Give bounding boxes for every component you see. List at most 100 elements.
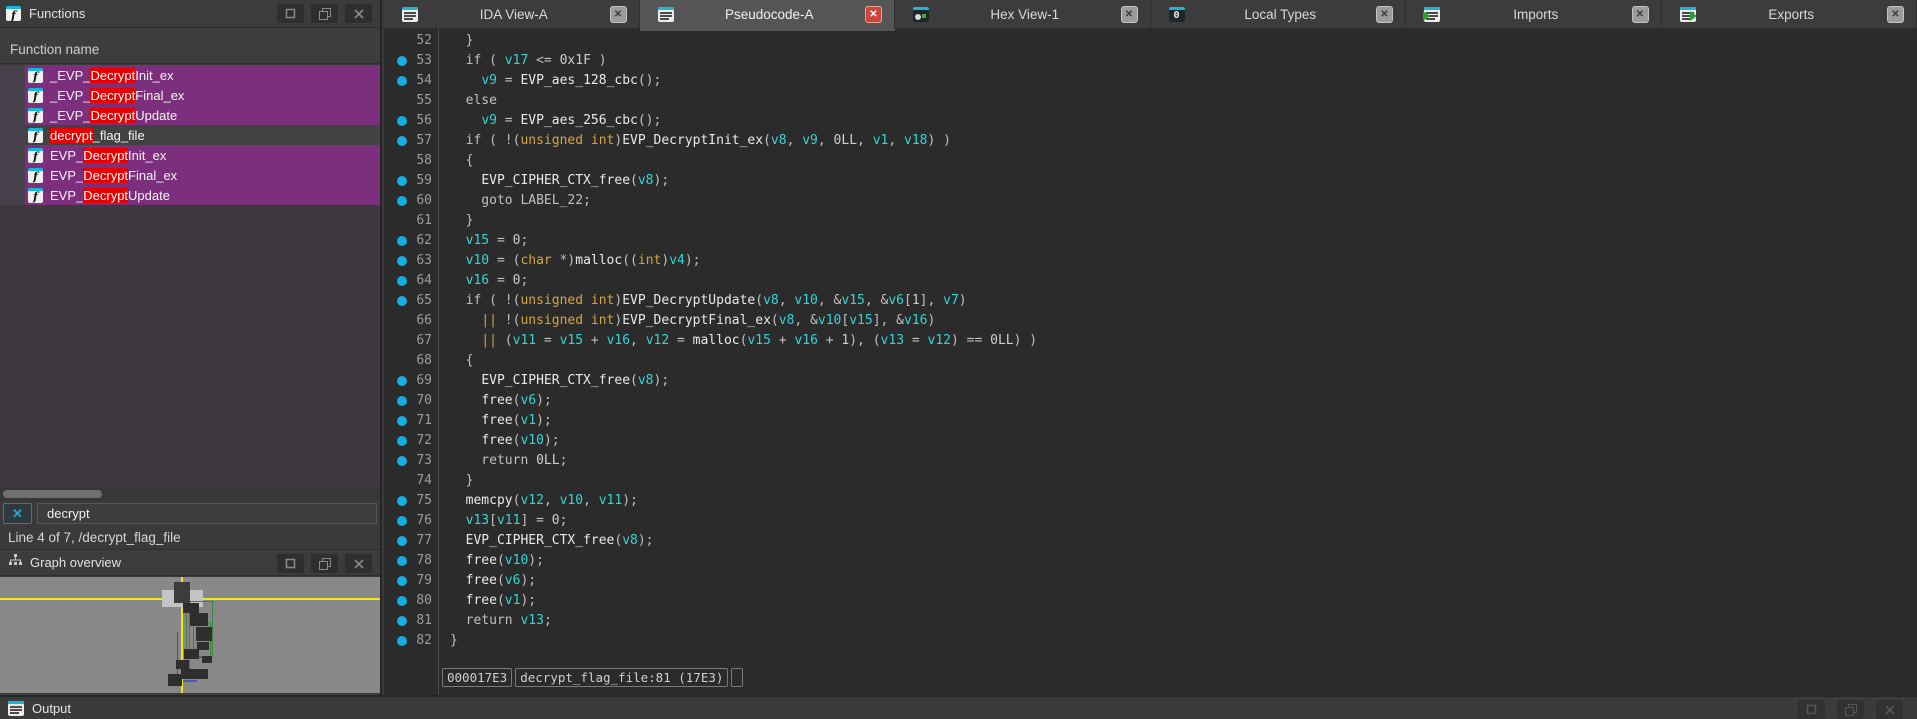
float-icon[interactable]	[311, 554, 338, 573]
graph-node	[174, 582, 190, 603]
code-line[interactable]: 58 {	[384, 151, 1917, 171]
code-line[interactable]: 52 }	[384, 31, 1917, 51]
code-line[interactable]: 66 || !(unsigned int)EVP_DecryptFinal_ex…	[384, 311, 1917, 331]
code-line[interactable]: 63 v10 = (char *)malloc((int)v4);	[384, 251, 1917, 271]
tab-close-icon[interactable]: ✕	[1887, 6, 1904, 23]
function-row[interactable]: fdecrypt_flag_file	[0, 125, 380, 145]
line-text: if ( !(unsigned int)EVP_DecryptUpdate(v8…	[450, 291, 967, 311]
function-row[interactable]: fEVP_DecryptInit_ex	[0, 145, 380, 165]
code-line[interactable]: 81 return v13;	[384, 611, 1917, 631]
line-number: 78	[384, 551, 432, 571]
close-icon[interactable]	[345, 4, 372, 23]
line-text: free(v10);	[450, 551, 544, 571]
search-input[interactable]	[37, 503, 377, 524]
line-text: free(v6);	[450, 571, 536, 591]
hscrollbar-thumb[interactable]	[3, 490, 102, 498]
graph-overview-header[interactable]: Graph overview	[0, 549, 380, 576]
output-icon	[8, 701, 24, 716]
functions-panel-header[interactable]: f Functions	[0, 0, 380, 28]
function-search-row: ✕	[0, 501, 380, 526]
code-line[interactable]: 77 EVP_CIPHER_CTX_free(v8);	[384, 531, 1917, 551]
tab-close-icon[interactable]: ✕	[1376, 6, 1393, 23]
graph-overview-canvas[interactable]	[0, 577, 380, 693]
line-number: 73	[384, 451, 432, 471]
code-line[interactable]: 62 v15 = 0;	[384, 231, 1917, 251]
function-row[interactable]: f_EVP_DecryptUpdate	[0, 105, 380, 125]
line-text: EVP_CIPHER_CTX_free(v8);	[450, 531, 654, 551]
code-line[interactable]: 82}	[384, 631, 1917, 651]
line-text: || (v11 = v15 + v16, v12 = malloc(v15 + …	[450, 331, 1037, 351]
tab-pseudocode-a[interactable]: Pseudocode-A✕	[640, 0, 896, 28]
code-line[interactable]: 57 if ( !(unsigned int)EVP_DecryptInit_e…	[384, 131, 1917, 151]
code-line[interactable]: 67 || (v11 = v15 + v16, v12 = malloc(v15…	[384, 331, 1917, 351]
code-line[interactable]: 69 EVP_CIPHER_CTX_free(v8);	[384, 371, 1917, 391]
row-body: fdecrypt_flag_file	[25, 125, 380, 145]
line-text: }	[450, 631, 458, 651]
clear-search-icon[interactable]: ✕	[3, 503, 32, 524]
code-line[interactable]: 56 v9 = EVP_aes_256_cbc();	[384, 111, 1917, 131]
tab-hex-view-1[interactable]: Hex View-1✕	[895, 0, 1151, 28]
row-margin	[0, 105, 25, 125]
line-number: 58	[384, 151, 432, 171]
line-number: 62	[384, 231, 432, 251]
code-line[interactable]: 76 v13[v11] = 0;	[384, 511, 1917, 531]
tab-ida-view-a[interactable]: IDA View-A✕	[384, 0, 640, 28]
code-line[interactable]: 80 free(v1);	[384, 591, 1917, 611]
maximize-icon[interactable]	[277, 554, 304, 573]
tab-local-types[interactable]: 0Local Types✕	[1151, 0, 1407, 28]
code-line[interactable]: 53 if ( v17 <= 0x1F )	[384, 51, 1917, 71]
code-line[interactable]: 74 }	[384, 471, 1917, 491]
tab-close-icon[interactable]: ✕	[865, 6, 882, 23]
code-line[interactable]: 73 return 0LL;	[384, 451, 1917, 471]
tab-exports[interactable]: Exports✕	[1662, 0, 1917, 28]
code-line[interactable]: 78 free(v10);	[384, 551, 1917, 571]
close-icon[interactable]	[345, 554, 372, 573]
maximize-icon[interactable]	[1798, 700, 1825, 719]
function-row[interactable]: f_EVP_DecryptFinal_ex	[0, 85, 380, 105]
maximize-icon[interactable]	[277, 4, 304, 23]
function-name-column-header[interactable]: Function name	[0, 28, 380, 64]
code-line[interactable]: 72 free(v10);	[384, 431, 1917, 451]
code-line[interactable]: 59 EVP_CIPHER_CTX_free(v8);	[384, 171, 1917, 191]
pseudocode-view[interactable]: 52 }53 if ( v17 <= 0x1F )54 v9 = EVP_aes…	[384, 28, 1917, 695]
line-number: 69	[384, 371, 432, 391]
code-line[interactable]: 54 v9 = EVP_aes_128_cbc();	[384, 71, 1917, 91]
function-name: decrypt_flag_file	[50, 128, 145, 143]
code-line[interactable]: 75 memcpy(v12, v10, v11);	[384, 491, 1917, 511]
line-number: 64	[384, 271, 432, 291]
tab-imports[interactable]: Imports✕	[1406, 0, 1662, 28]
ida-window: f Functions Function name f_EVP_DecryptI…	[0, 0, 1917, 719]
line-text: }	[450, 471, 473, 491]
tab-label-pseudocode-a: Pseudocode-A	[674, 7, 866, 22]
code-line[interactable]: 60 goto LABEL_22;	[384, 191, 1917, 211]
code-line[interactable]: 61 }	[384, 211, 1917, 231]
tab-close-icon[interactable]: ✕	[1632, 6, 1649, 23]
float-icon[interactable]	[1837, 700, 1864, 719]
close-icon[interactable]	[1876, 700, 1903, 719]
code-line[interactable]: 70 free(v6);	[384, 391, 1917, 411]
code-line[interactable]: 68 {	[384, 351, 1917, 371]
line-number: 59	[384, 171, 432, 191]
float-icon[interactable]	[311, 4, 338, 23]
function-icon: f	[28, 168, 43, 183]
function-row[interactable]: fEVP_DecryptFinal_ex	[0, 165, 380, 185]
tab-close-icon[interactable]: ✕	[610, 6, 627, 23]
row-body: fEVP_DecryptUpdate	[25, 185, 380, 205]
row-body: fEVP_DecryptFinal_ex	[25, 165, 380, 185]
function-icon: f	[28, 68, 43, 83]
graph-overview-title: Graph overview	[30, 555, 121, 570]
tab-close-icon[interactable]: ✕	[1121, 6, 1138, 23]
line-number: 55	[384, 91, 432, 111]
graph-node	[202, 656, 212, 663]
function-list-hscrollbar[interactable]	[0, 487, 380, 501]
code-line[interactable]: 55 else	[384, 91, 1917, 111]
output-panel-header[interactable]: Output	[0, 695, 1917, 719]
function-row[interactable]: f_EVP_DecryptInit_ex	[0, 65, 380, 85]
function-row[interactable]: fEVP_DecryptUpdate	[0, 185, 380, 205]
line-text: free(v10);	[450, 431, 560, 451]
code-line[interactable]: 79 free(v6);	[384, 571, 1917, 591]
code-line[interactable]: 65 if ( !(unsigned int)EVP_DecryptUpdate…	[384, 291, 1917, 311]
code-line[interactable]: 64 v16 = 0;	[384, 271, 1917, 291]
code-line[interactable]: 71 free(v1);	[384, 411, 1917, 431]
line-number: 67	[384, 331, 432, 351]
